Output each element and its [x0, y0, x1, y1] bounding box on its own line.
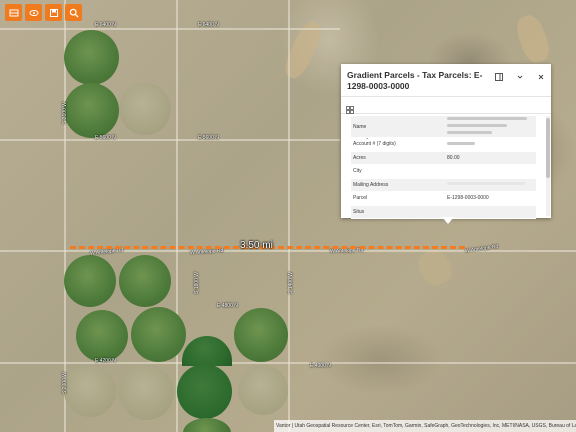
feature-popup: Gradient Parcels - Tax Parcels: E-1298-0… [341, 64, 551, 219]
field-name: Account # (7 digits) [351, 137, 445, 152]
crop-circle [119, 255, 171, 307]
layers-button[interactable] [25, 4, 42, 21]
map-attribution: Vantor | Utah Geospatial Resource Center… [274, 420, 576, 432]
popup-scrollbar[interactable] [546, 116, 550, 216]
field-value [445, 205, 536, 219]
basemap-icon [9, 9, 18, 16]
road-label: S 3100 W [61, 102, 68, 124]
collapse-icon[interactable] [516, 73, 524, 83]
road-label: E 6400 N [198, 22, 219, 28]
table-row: Mailing Address [351, 178, 536, 192]
map-toolbar [5, 4, 82, 21]
field-value [445, 137, 536, 152]
road-label: W Antelope Rd [189, 247, 224, 257]
crop-circle [64, 255, 116, 307]
field-value: 80.00 [445, 151, 536, 165]
crop-circle [64, 30, 119, 85]
attribute-table: Name Account # (7 digits) Acres 80.00 Ci… [351, 116, 536, 219]
road [176, 0, 178, 432]
popup-pointer [442, 217, 454, 224]
crop-circle [76, 310, 128, 362]
field-value [445, 116, 536, 138]
bookmark-icon [49, 8, 58, 17]
crop-circle [177, 364, 232, 419]
field-name: Parcel [351, 191, 445, 206]
crop-circle [119, 365, 174, 420]
redacted-value [447, 124, 507, 127]
crop-circle [182, 336, 232, 366]
road-label: S 1400 W [287, 272, 294, 294]
crop-circle [238, 365, 288, 415]
popup-action-bar: Zoom to [341, 96, 551, 140]
measurement-label: 3.50 mi [240, 240, 273, 251]
crop-circle [64, 83, 119, 138]
popup-title: Gradient Parcels - Tax Parcels: E-1298-0… [347, 70, 483, 91]
crop-circle [119, 83, 171, 135]
basemap-button[interactable] [5, 4, 22, 21]
table-row: Acres 80.00 [351, 151, 536, 165]
field-value [445, 164, 536, 179]
search-button[interactable] [65, 4, 82, 21]
redacted-value [447, 141, 475, 145]
road-label: E 4800 N [217, 303, 238, 309]
field-name: City [351, 164, 445, 179]
sand-dune [512, 12, 554, 66]
table-row: Parcel E-1298-0003-0000 [351, 191, 536, 206]
dock-icon[interactable] [495, 73, 503, 83]
field-name: Mailing Address [351, 178, 445, 192]
road-label: E 5600 N [198, 135, 219, 141]
table-row: Name [351, 116, 536, 138]
crop-circle [131, 307, 186, 362]
road-label: E 4000 N [310, 363, 331, 369]
road [288, 0, 290, 432]
field-name: Situs [351, 205, 445, 219]
table-row: City [351, 164, 536, 179]
road-label: E 6400 N [95, 22, 116, 28]
redacted-value [447, 117, 527, 120]
scrollbar-thumb[interactable] [546, 118, 550, 178]
redacted-value [447, 131, 492, 134]
road-label: E 5600 N [95, 135, 116, 141]
road-label: S 1800 W [193, 272, 200, 294]
redacted-value [447, 182, 525, 186]
field-name: Name [351, 116, 445, 138]
field-name: Acres [351, 151, 445, 165]
layers-icon [29, 9, 38, 16]
bookmark-button[interactable] [45, 4, 62, 21]
close-icon[interactable] [537, 73, 545, 83]
popup-actions [495, 73, 545, 83]
field-value: E-1298-0003-0000 [445, 191, 536, 206]
road-label: S 2000 W [61, 372, 68, 394]
crop-circle [183, 418, 231, 432]
table-row: Account # (7 digits) [351, 137, 536, 152]
search-icon [69, 8, 78, 17]
crop-circle [234, 308, 288, 362]
field-value [445, 178, 536, 192]
road-label: E 4200 N [95, 358, 116, 364]
crop-circle [64, 365, 116, 417]
road-label: W Antelope Rd [464, 243, 499, 255]
